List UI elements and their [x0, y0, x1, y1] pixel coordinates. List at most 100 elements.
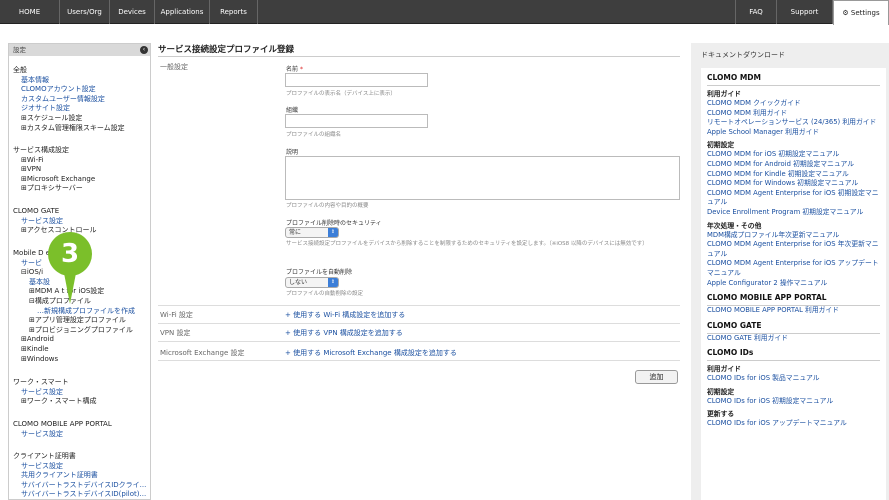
security-help: サービス接続設定プロファイルをデバイスから削除することを制限するためのセキュリテ…: [286, 241, 648, 247]
sidebar-item[interactable]: サバイバートラストデバイスIDクライ...: [13, 481, 146, 491]
security-select[interactable]: 常に ⇕: [285, 227, 339, 238]
doc-link[interactable]: CLOMO IDs for iOS アップデートマニュアル: [707, 419, 880, 429]
sidebar-item[interactable]: ⊞プロキシサーバー: [13, 184, 95, 194]
org-help: プロファイルの組織名: [286, 132, 342, 138]
doc-link[interactable]: Apple School Manager 利用ガイド: [707, 128, 880, 138]
doc-link[interactable]: CLOMO IDs for iOS 製品マニュアル: [707, 374, 880, 384]
sidebar-group-title: ワーク・スマート: [13, 378, 69, 386]
sidebar-item[interactable]: ⊞アクセスコントロール: [13, 226, 97, 236]
add-vpn-link[interactable]: + 使用する VPN 構成設定を追加する: [285, 328, 403, 338]
org-label: 組織: [286, 107, 299, 114]
sidebar-item[interactable]: 共用クライアント証明書: [13, 471, 146, 481]
doc-subheading: 初期設定: [707, 387, 735, 396]
doc-link[interactable]: CLOMO MDM 利用ガイド: [707, 109, 880, 119]
nav-support[interactable]: Support: [777, 0, 833, 24]
collapse-icon[interactable]: ‹: [140, 46, 148, 54]
doc-link[interactable]: Apple Configurator 2 操作マニュアル: [707, 279, 880, 289]
doc-link[interactable]: CLOMO MDM Agent Enterprise for iOS アップデー…: [707, 259, 880, 278]
doc-section-heading: CLOMO IDs: [707, 348, 880, 362]
nav-applications[interactable]: Applications: [155, 0, 210, 24]
add-button[interactable]: 追加: [635, 370, 678, 384]
doc-section-heading: CLOMO MOBILE APP PORTAL: [707, 293, 880, 307]
desc-label: 説明: [286, 149, 299, 156]
auto-delete-select[interactable]: しない ⇕: [285, 277, 339, 288]
nav-home[interactable]: HOME: [0, 0, 60, 24]
nav-faq[interactable]: FAQ: [735, 0, 777, 24]
sidebar-item[interactable]: ジオサイト設定: [13, 104, 125, 114]
sidebar-item[interactable]: ⊞Android: [13, 335, 135, 345]
sidebar-group-title: 全般: [13, 66, 27, 74]
sidebar-item[interactable]: ⊞Wi-Fi: [13, 156, 95, 166]
doc-link[interactable]: CLOMO MOBILE APP PORTAL 利用ガイド: [707, 306, 880, 316]
name-input[interactable]: [285, 73, 428, 87]
sidebar-item[interactable]: ⊞アプリ管理設定プロファイル: [13, 316, 135, 326]
add-exchange-link[interactable]: + 使用する Microsoft Exchange 構成設定を追加する: [285, 348, 457, 358]
sidebar-item[interactable]: ⊞Windows: [13, 355, 135, 365]
select-arrows-icon: ⇕: [328, 278, 338, 287]
sidebar-item[interactable]: ⊞Microsoft Exchange: [13, 175, 95, 185]
sidebar-group-title: サービス構成設定: [13, 146, 69, 154]
doc-link[interactable]: CLOMO MDM for Windows 初期設定マニュアル: [707, 179, 880, 189]
desc-textarea[interactable]: [285, 156, 680, 200]
divider: [158, 323, 680, 324]
section-exchange: Microsoft Exchange 設定: [160, 349, 245, 357]
doc-link[interactable]: CLOMO IDs for iOS 初期設定マニュアル: [707, 397, 880, 407]
divider: [158, 341, 680, 342]
title-divider: [158, 56, 680, 57]
doc-link[interactable]: Device Enrollment Program 初期設定マニュアル: [707, 208, 880, 218]
sidebar-group-title: CLOMO MOBILE APP PORTAL: [13, 420, 112, 428]
sidebar-item[interactable]: ⊞Kindle: [13, 345, 135, 355]
sidebar-item-new-profile[interactable]: …新規構成プロファイルを作成: [13, 307, 135, 317]
doc-link[interactable]: CLOMO MDM Agent Enterprise for iOS 初期設定マ…: [707, 189, 880, 208]
document-download-panel: ドキュメントダウンロード CLOMO MDM 利用ガイド CLOMO MDM クイッ…: [691, 43, 889, 500]
section-vpn: VPN 設定: [160, 329, 191, 337]
sidebar-item[interactable]: サービス設定: [13, 388, 97, 398]
doc-link[interactable]: CLOMO GATE 利用ガイド: [707, 334, 880, 344]
nav-users-org[interactable]: Users/Org: [60, 0, 110, 24]
doc-subheading: 更新する: [707, 410, 735, 419]
required-mark: *: [299, 66, 303, 73]
sidebar-header: 設定 ‹: [9, 44, 150, 56]
add-wifi-link[interactable]: + 使用する Wi-Fi 構成設定を追加する: [285, 310, 405, 320]
doc-link[interactable]: CLOMO MDM クイックガイド: [707, 99, 880, 109]
sidebar-item[interactable]: サービス設定: [13, 430, 112, 440]
top-nav: HOME Users/Org Devices Applications Repo…: [0, 0, 889, 25]
doc-link[interactable]: CLOMO MDM for iOS 初期設定マニュアル: [707, 150, 880, 160]
sidebar-item[interactable]: ⊞ワーク・スマート構成: [13, 397, 97, 407]
sidebar-item[interactable]: ⊞プロビジョニングプロファイル: [13, 326, 135, 336]
auto-delete-label: プロファイルを自動削除: [286, 269, 353, 276]
doc-subheading: 年次処理・その他: [707, 221, 762, 230]
nav-settings[interactable]: ⚙ Settings: [833, 0, 889, 25]
section-wifi: Wi-Fi 設定: [160, 311, 193, 319]
doc-link[interactable]: CLOMO MDM for Kindle 初期設定マニュアル: [707, 170, 880, 180]
section-general: 一般設定: [160, 63, 188, 71]
sidebar-item[interactable]: ⊞カスタム管理権限スキーム設定: [13, 124, 125, 134]
doc-link[interactable]: CLOMO MDM for Android 初期設定マニュアル: [707, 160, 880, 170]
nav-devices[interactable]: Devices: [110, 0, 155, 24]
divider: [158, 305, 680, 306]
gear-icon: ⚙: [842, 9, 849, 17]
sidebar-item[interactable]: サバイバートラストデバイスID(pilot)...: [13, 490, 146, 499]
org-input[interactable]: [285, 114, 428, 128]
sidebar-item[interactable]: ⊞VPN: [13, 165, 95, 175]
page-title: サービス接続設定プロファイル登録: [158, 45, 295, 55]
doc-link[interactable]: リモートオペレーションサービス (24/365) 利用ガイド: [707, 118, 880, 128]
sidebar-header-label: 設定: [13, 46, 26, 54]
sidebar-item[interactable]: サービス設定: [13, 462, 146, 472]
doc-link[interactable]: MDM構成プロファイル年次更新マニュアル: [707, 231, 880, 241]
sidebar-group-general: 全般 基本情報 CLOMOアカウント設定 カスタムユーザー情報設定 ジオサイト設…: [13, 66, 125, 133]
sidebar-group-client-cert: クライアント証明書 サービス設定 共用クライアント証明書 サバイバートラストデバ…: [13, 452, 146, 499]
sidebar-item[interactable]: ⊞スケジュール設定: [13, 114, 125, 124]
auto-delete-help: プロファイルの自動削除の設定: [286, 291, 364, 297]
sidebar-group-title: CLOMO GATE: [13, 207, 60, 215]
sidebar-item[interactable]: サービス設定: [13, 217, 97, 227]
doc-link[interactable]: CLOMO MDM Agent Enterprise for iOS 年次更新マ…: [707, 240, 880, 259]
sidebar-group-app-portal: CLOMO MOBILE APP PORTAL サービス設定: [13, 420, 112, 439]
nav-reports[interactable]: Reports: [210, 0, 258, 24]
doc-subheading: 利用ガイド: [707, 90, 741, 98]
sidebar-item[interactable]: CLOMOアカウント設定: [13, 85, 125, 95]
doc-list: CLOMO MDM 利用ガイド CLOMO MDM クイックガイド CLOMO MDM…: [701, 68, 886, 500]
sidebar-item[interactable]: 基本情報: [13, 76, 125, 86]
step-badge: 3: [48, 232, 92, 276]
sidebar-item[interactable]: カスタムユーザー情報設定: [13, 95, 125, 105]
